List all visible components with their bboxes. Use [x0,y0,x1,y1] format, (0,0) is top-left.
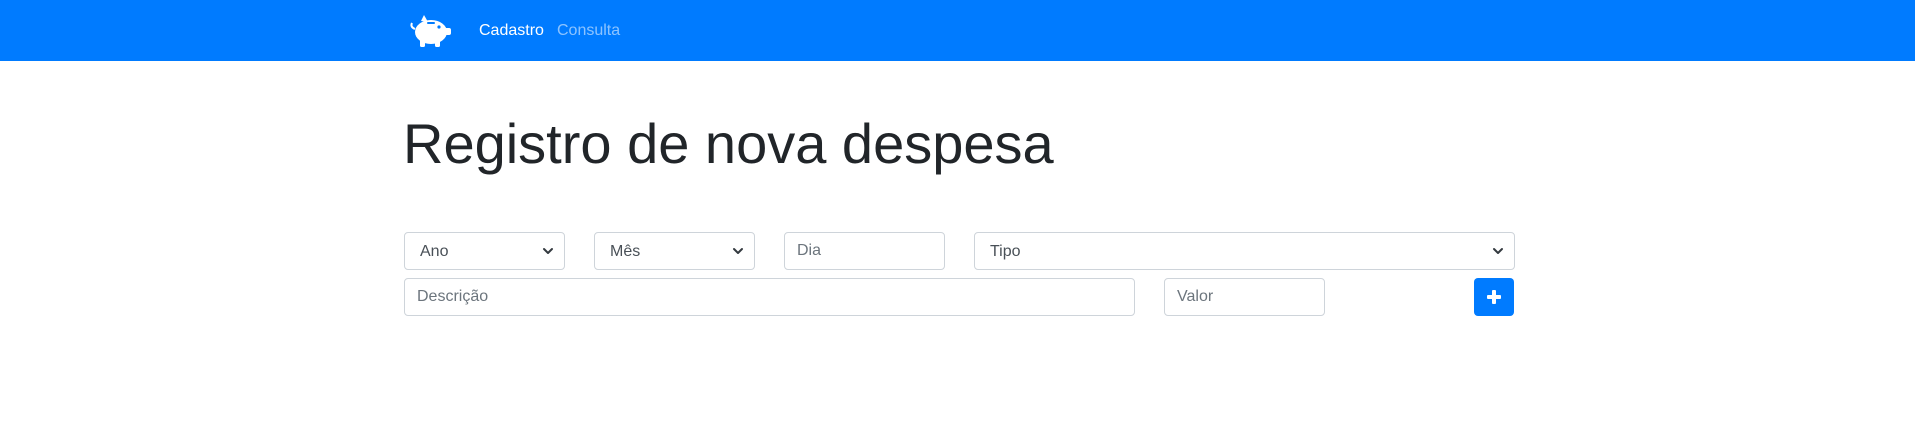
chevron-down-icon [1493,248,1503,254]
mes-select[interactable]: Mês [594,232,755,270]
plus-icon [1487,290,1501,304]
add-expense-button[interactable] [1474,278,1514,316]
page-title: Registro de nova despesa [403,112,1054,175]
tipo-select[interactable]: Tipo [974,232,1515,270]
nav-link-cadastro[interactable]: Cadastro [479,22,544,40]
piggy-bank-icon[interactable] [408,11,454,49]
chevron-down-icon [543,248,553,254]
tipo-select-value: Tipo [990,243,1021,260]
valor-input[interactable] [1164,278,1325,316]
ano-select-value: Ano [420,243,449,260]
navbar: Cadastro Consulta [0,0,1915,61]
chevron-down-icon [733,248,743,254]
mes-select-value: Mês [610,243,641,260]
dia-input[interactable] [784,232,945,270]
ano-select[interactable]: Ano [404,232,565,270]
nav-link-consulta[interactable]: Consulta [557,22,620,40]
descricao-input[interactable] [404,278,1135,316]
